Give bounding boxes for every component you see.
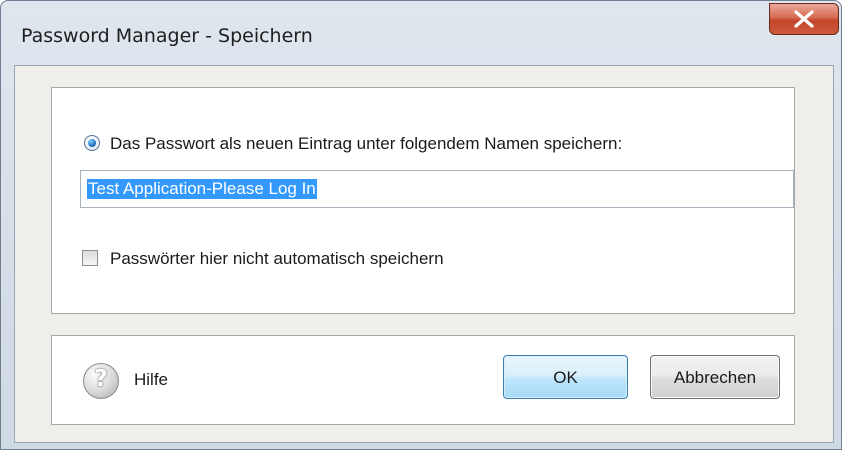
entry-name-value: Test Application-Please Log In bbox=[87, 179, 317, 199]
never-save-checkbox[interactable] bbox=[82, 250, 98, 266]
save-as-new-entry-radio[interactable] bbox=[84, 135, 100, 151]
title-bar[interactable]: Password Manager - Speichern bbox=[1, 1, 841, 65]
help-question-glyph: ? bbox=[94, 366, 108, 392]
help-label[interactable]: Hilfe bbox=[134, 370, 168, 390]
radio-selected-dot bbox=[88, 139, 96, 147]
save-options-group: Das Passwort als neuen Eintrag unter fol… bbox=[51, 87, 795, 314]
dialog-content: Das Passwort als neuen Eintrag unter fol… bbox=[14, 65, 834, 443]
cancel-button[interactable]: Abbrechen bbox=[650, 355, 780, 399]
password-manager-dialog: Password Manager - Speichern Das Passwor… bbox=[0, 0, 842, 450]
close-icon bbox=[794, 10, 814, 28]
button-bar: ? Hilfe OK Abbrechen bbox=[51, 335, 795, 425]
close-button[interactable] bbox=[769, 3, 839, 35]
help-icon[interactable]: ? bbox=[83, 363, 119, 399]
entry-name-input[interactable]: Test Application-Please Log In bbox=[80, 170, 794, 208]
never-save-label[interactable]: Passwörter hier nicht automatisch speich… bbox=[110, 249, 444, 269]
ok-button[interactable]: OK bbox=[503, 355, 628, 399]
window-title: Password Manager - Speichern bbox=[21, 25, 313, 47]
save-as-new-entry-label[interactable]: Das Passwort als neuen Eintrag unter fol… bbox=[110, 134, 622, 154]
